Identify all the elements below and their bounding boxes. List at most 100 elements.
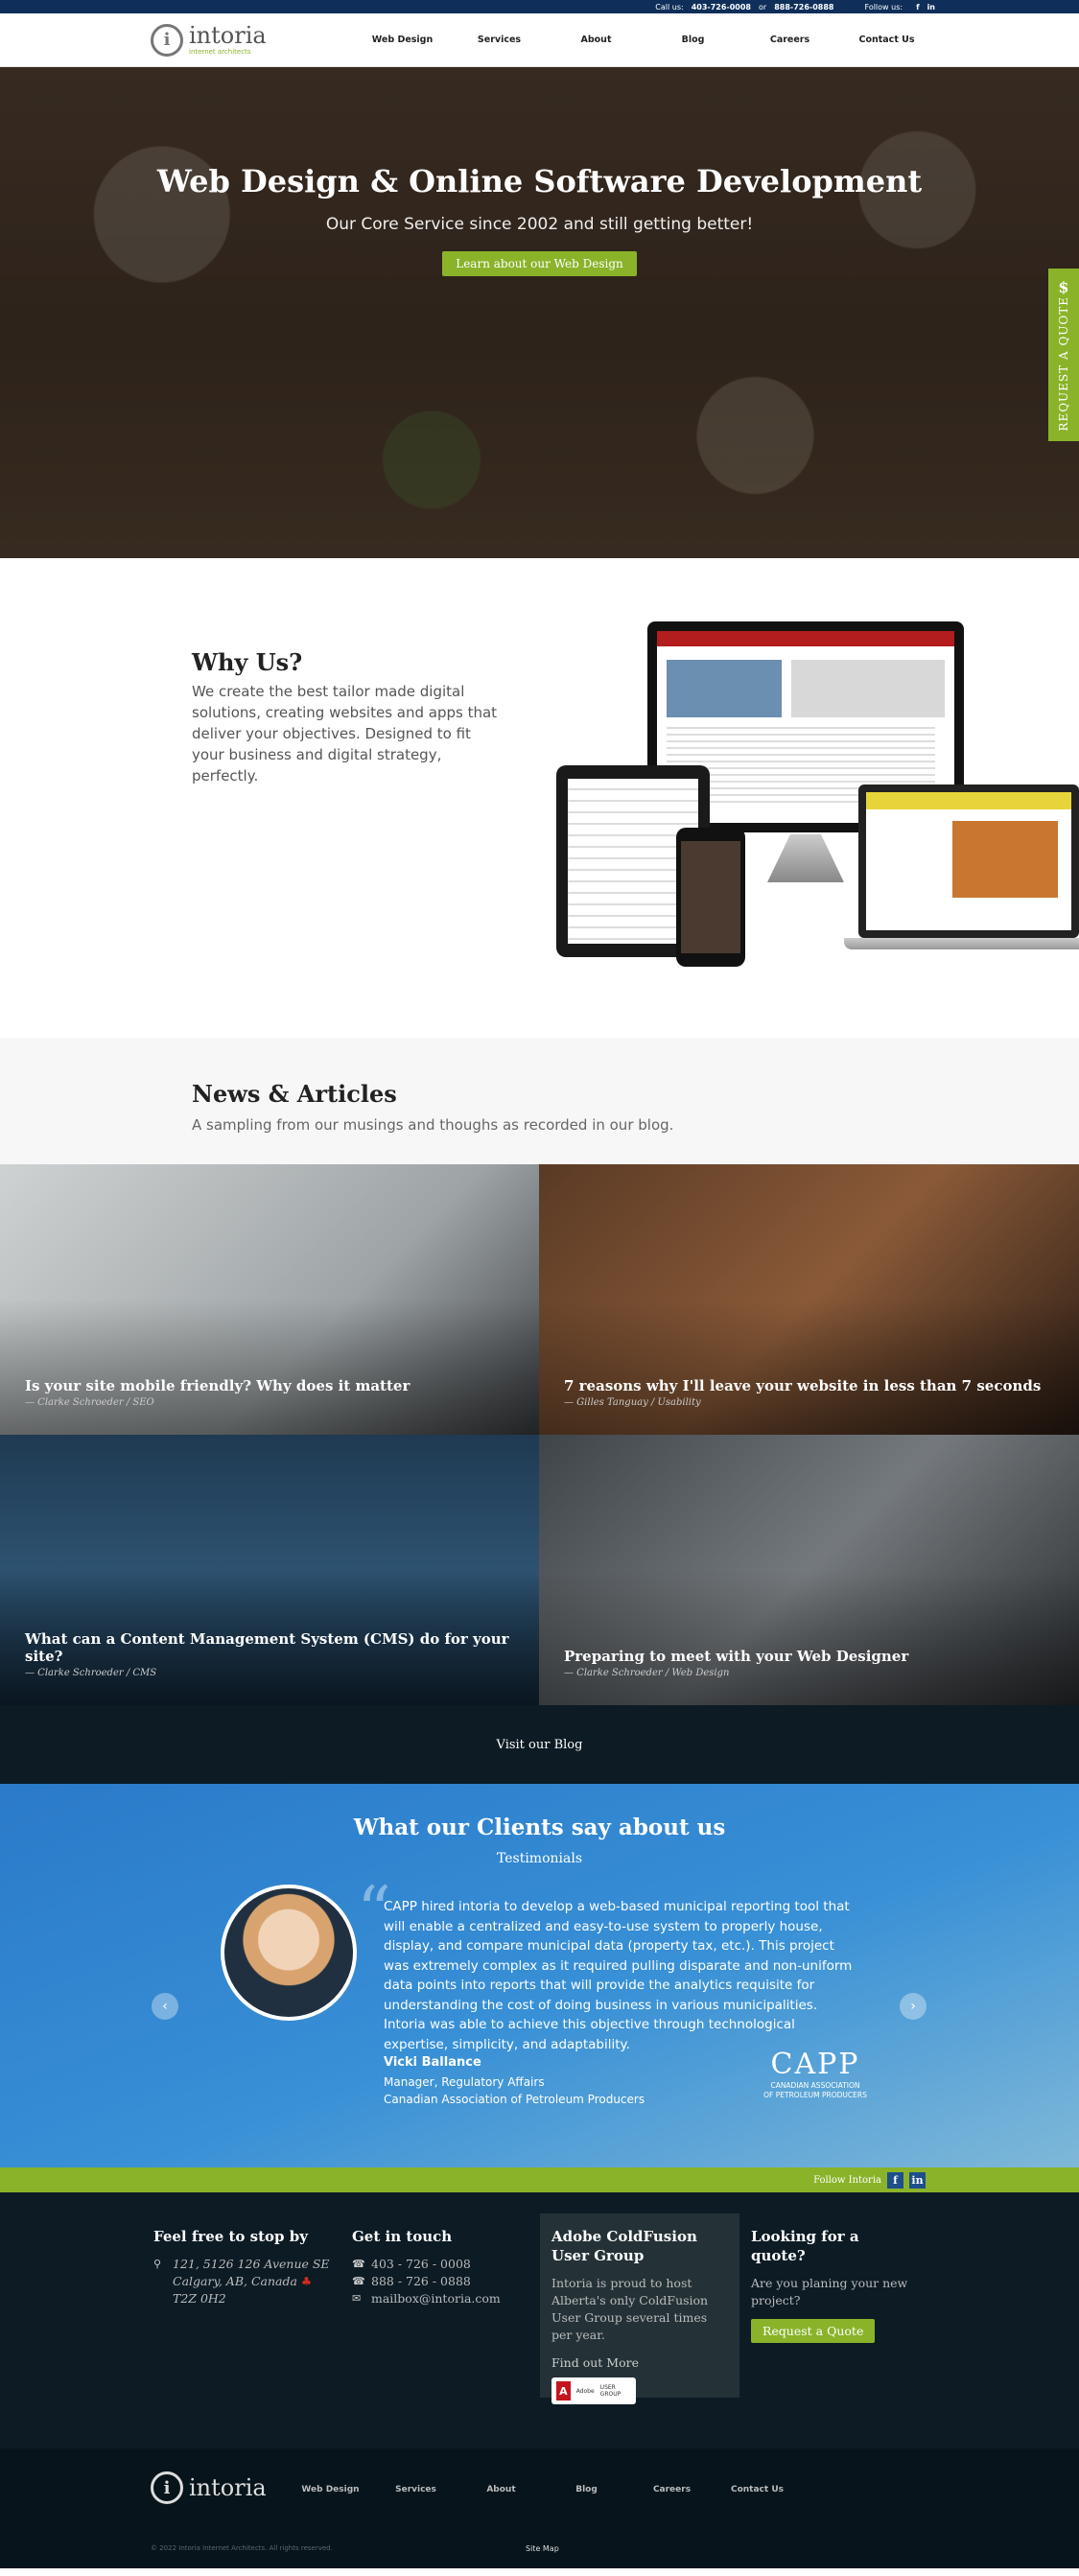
footer-nav-blog[interactable]: Blog: [544, 2485, 629, 2494]
phone-link-1[interactable]: 403-726-0008: [692, 3, 751, 12]
email-icon: ✉: [352, 2292, 362, 2305]
bottom-bar: i intoria Web Design Services About Blog…: [0, 2448, 1079, 2568]
linkedin-icon[interactable]: in: [909, 2171, 926, 2189]
why-us-body: We create the best tailor made digital s…: [192, 683, 498, 785]
or-label: or: [759, 2, 767, 12]
news-grid: Is your site mobile friendly? Why does i…: [0, 1164, 1079, 1705]
site-logo[interactable]: i intoria internet architects: [151, 22, 354, 57]
news-card-title[interactable]: Is your site mobile friendly? Why does i…: [25, 1377, 514, 1394]
facebook-icon[interactable]: f: [916, 3, 919, 12]
phone-icon: ☎: [352, 2275, 365, 2287]
news-card-title[interactable]: 7 reasons why I'll leave your website in…: [564, 1377, 1053, 1394]
coldfusion-title: Adobe ColdFusion User Group: [551, 2228, 697, 2264]
adobe-icon: A: [556, 2381, 571, 2400]
nav-web-design[interactable]: Web Design: [354, 35, 451, 45]
news-card[interactable]: What can a Content Management System (CM…: [0, 1435, 539, 1705]
testimonials-title: What our Clients say about us: [353, 1815, 726, 1840]
call-label: Call us:: [655, 2, 684, 12]
site-map-link[interactable]: Site Map: [526, 2544, 559, 2553]
news-card[interactable]: Preparing to meet with your Web Designer…: [539, 1435, 1079, 1705]
request-quote-button[interactable]: Request a Quote: [751, 2319, 876, 2343]
news-card-title[interactable]: Preparing to meet with your Web Designer: [564, 1648, 1053, 1665]
copyright: © 2022 Intoria Internet Architects. All …: [151, 2544, 333, 2552]
footer-address-title: Feel free to stop by: [153, 2228, 308, 2245]
nav-careers[interactable]: Careers: [741, 35, 838, 45]
news-card[interactable]: 7 reasons why I'll leave your website in…: [539, 1164, 1079, 1435]
dollar-icon: $: [1058, 278, 1069, 296]
site-header: i intoria internet architects Web Design…: [0, 13, 1079, 67]
address-line-2: Calgary, AB, Canada: [173, 2274, 297, 2288]
hero-title: Web Design & Online Software Development: [156, 163, 923, 199]
logo-mark: i: [151, 23, 183, 57]
nav-blog[interactable]: Blog: [645, 35, 741, 45]
map-pin-icon: ⚲: [153, 2258, 162, 2270]
follow-intoria-label: Follow Intoria: [813, 2174, 881, 2186]
footer-nav-services[interactable]: Services: [373, 2485, 458, 2494]
follow-bar: Follow Intoria f in: [0, 2167, 1079, 2192]
news-card[interactable]: Is your site mobile friendly? Why does i…: [0, 1164, 539, 1435]
footer-logo-name: intoria: [189, 2474, 267, 2501]
footer-nav-contact-us[interactable]: Contact Us: [715, 2485, 800, 2494]
footer-email-link[interactable]: mailbox@intoria.com: [371, 2290, 501, 2307]
request-quote-label: REQUEST A QUOTE: [1057, 296, 1070, 432]
news-title: News & Articles: [192, 1080, 397, 1108]
logo-tagline: internet architects: [189, 48, 251, 56]
top-bar: Call us: 403-726-0008 or 888-726-0888 Fo…: [0, 0, 1079, 13]
why-us-section: Why Us? We create the best tailor made d…: [0, 558, 1079, 1038]
web-design-cta-button[interactable]: Learn about our Web Design: [442, 251, 637, 276]
footer-quote-title: Looking for a quote?: [751, 2228, 859, 2264]
news-card-meta: — Clarke Schroeder / CMS: [25, 1668, 157, 1678]
laptop-base: [844, 938, 1079, 949]
testimonial-quote: CAPP hired intoria to develop a web-base…: [384, 1899, 853, 2052]
devices-illustration: [556, 621, 1079, 986]
footer-contact-title: Get in touch: [352, 2228, 453, 2245]
nav-services[interactable]: Services: [451, 35, 548, 45]
footer-quote: Looking for a quote? Are you planing you…: [751, 2227, 914, 2343]
follow-us-label: Follow us:: [864, 2, 903, 12]
laptop-image: [858, 785, 1079, 938]
next-arrow-icon[interactable]: ›: [900, 1993, 927, 2020]
footer-phone-2[interactable]: 888 - 726 - 0888: [371, 2273, 471, 2290]
blog-bar: Visit our Blog: [0, 1705, 1079, 1784]
request-quote-tab[interactable]: $ REQUEST A QUOTE: [1048, 269, 1079, 441]
address-line-3: T2Z 0H2: [173, 2291, 226, 2306]
why-us-title: Why Us?: [192, 648, 303, 676]
capp-logo-mark: CAPP: [770, 2048, 860, 2081]
nav-contact-us[interactable]: Contact Us: [838, 35, 935, 45]
footer-nav-careers[interactable]: Careers: [629, 2485, 715, 2494]
footer-address: Feel free to stop by ⚲ 121, 5126 126 Ave…: [153, 2227, 330, 2307]
news-card-meta: — Clarke Schroeder / Web Design: [564, 1668, 730, 1678]
testimonial-name: Vicki Ballance: [384, 2055, 481, 2070]
logo-name: intoria: [189, 22, 267, 49]
news-header: News & Articles A sampling from our musi…: [0, 1038, 1079, 1164]
testimonials-subtitle: Testimonials: [496, 1851, 583, 1866]
footer-phone-1[interactable]: 403 - 726 - 0008: [371, 2256, 471, 2273]
footer-nav-about[interactable]: About: [458, 2485, 544, 2494]
phone-icon: ☎: [352, 2258, 365, 2270]
facebook-icon[interactable]: f: [887, 2171, 903, 2189]
nav-about[interactable]: About: [548, 35, 645, 45]
footer-contact: Get in touch ☎ 403 - 726 - 0008 ☎ 888 - 72…: [352, 2227, 501, 2307]
avatar: [221, 1885, 357, 2021]
prev-arrow-icon[interactable]: ‹: [152, 1993, 178, 2020]
coldfusion-box: Adobe ColdFusion User Group Intoria is p…: [540, 2213, 739, 2404]
news-card-title[interactable]: What can a Content Management System (CM…: [25, 1630, 514, 1665]
adobe-badge-brand: Adobe: [575, 2387, 595, 2395]
footer-nav-web-design[interactable]: Web Design: [288, 2485, 373, 2494]
address-line-1: 121, 5126 126 Avenue SE: [173, 2257, 330, 2271]
news-subtitle: A sampling from our musings and thoughs …: [192, 1116, 674, 1134]
capp-logo: CAPP CANADIAN ASSOCIATION OF PETROLEUM P…: [753, 2048, 878, 2100]
testimonials-section: What our Clients say about us Testimonia…: [0, 1784, 1079, 2167]
hero-subtitle: Our Core Service since 2002 and still ge…: [325, 215, 754, 234]
linkedin-icon[interactable]: in: [927, 3, 935, 12]
monitor-stand: [767, 834, 844, 882]
testimonial-position: Manager, Regulatory Affairs: [384, 2075, 545, 2089]
adobe-user-group-badge[interactable]: A Adobe USER GROUP: [551, 2377, 636, 2404]
hero-banner: Web Design & Online Software Development…: [0, 67, 1079, 558]
footer: Feel free to stop by ⚲ 121, 5126 126 Ave…: [0, 2192, 1079, 2448]
news-card-meta: — Gilles Tanguay / Usability: [564, 1397, 701, 1408]
find-out-more-link[interactable]: Find out More: [551, 2355, 728, 2370]
phone-link-2[interactable]: 888-726-0888: [774, 3, 833, 12]
footer-logo-mark: i: [151, 2471, 183, 2504]
visit-blog-link[interactable]: Visit our Blog: [497, 1738, 583, 1752]
